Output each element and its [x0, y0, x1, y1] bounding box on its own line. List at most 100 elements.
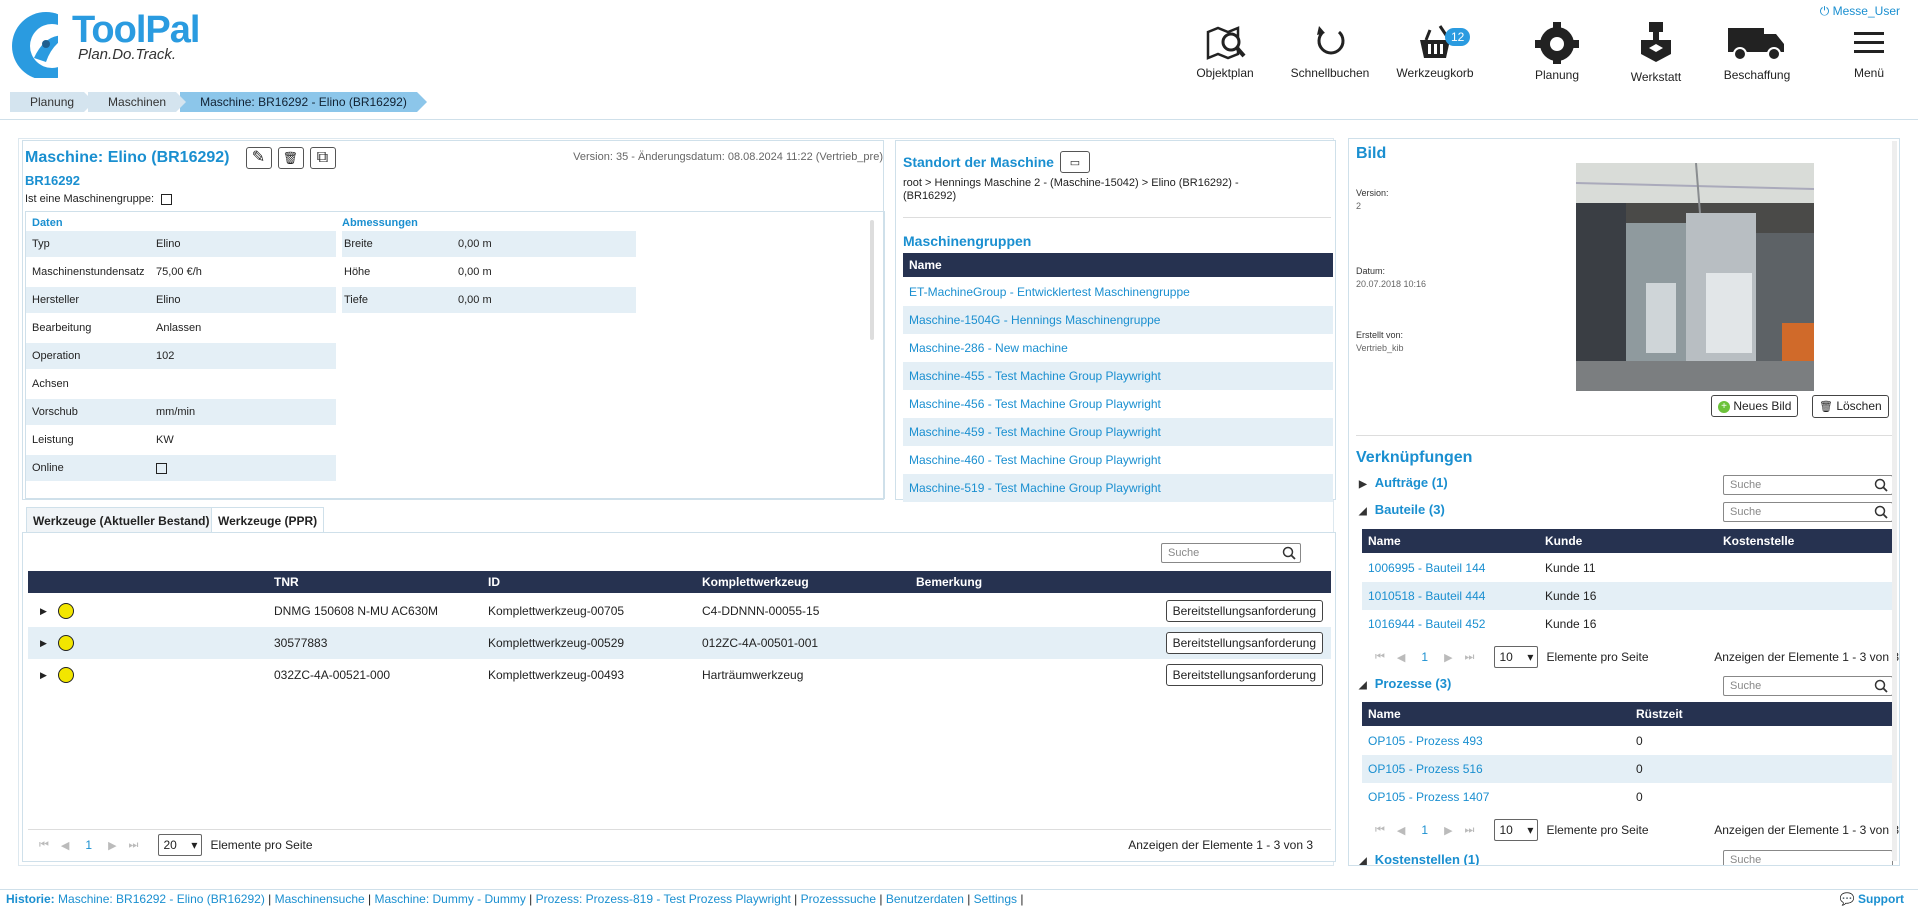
current-page[interactable]: 1 [85, 838, 92, 852]
delete-image-button[interactable]: 🗑 Löschen [1812, 395, 1889, 418]
delete-button[interactable]: 🗑 [277, 147, 304, 169]
tools-search-input[interactable]: Suche [1161, 543, 1301, 563]
gruppen-list-item[interactable]: Maschine-460 - Test Machine Group Playwr… [903, 446, 1333, 474]
history-link[interactable]: Prozess: Prozess-819 - Test Prozess Play… [536, 892, 791, 906]
last-page-icon[interactable]: ⏭ [1465, 824, 1475, 837]
data-scrollbar[interactable] [870, 220, 874, 340]
expand-row-icon[interactable]: ▶ [40, 627, 47, 659]
user-link[interactable]: ⏻ Messe_User [1820, 4, 1900, 19]
bauteil-name[interactable]: 1016944 - Bauteil 452 [1368, 610, 1485, 638]
prozesse-search-input[interactable]: Suche [1723, 676, 1893, 696]
prev-page-icon[interactable]: ◀ [1397, 651, 1405, 664]
bauteile-table-row[interactable]: 1006995 - Bauteil 144 Kunde 11 [1362, 554, 1894, 582]
daten-key: Bearbeitung [32, 322, 92, 334]
nav-schnellbuchen[interactable]: Schnellbuchen [1280, 22, 1380, 80]
daten-row: Hersteller Elino [26, 287, 336, 313]
first-page-icon[interactable]: ⏮ [1375, 651, 1385, 664]
tools-table-row[interactable]: ▶ 032ZC-4A-00521-000 Komplettwerkzeug-0049… [28, 659, 1331, 691]
tool-komplettwerkzeug: 012ZC-4A-00501-001 [702, 636, 819, 650]
nav-werkstatt[interactable]: Werkstatt [1606, 22, 1706, 84]
prozesse-per-page-select[interactable]: 10 ▾ [1494, 819, 1539, 841]
tab-werkzeuge-bestand[interactable]: Werkzeuge (Aktueller Bestand) [26, 507, 217, 533]
tool-id: Komplettwerkzeug-00493 [488, 668, 625, 682]
breadcrumb-item-planung[interactable]: Planung [10, 92, 95, 112]
auftraege-toggle[interactable]: ▶ Aufträge (1) [1359, 475, 1448, 490]
bereitstellung-button[interactable]: Bereitstellungsanforderung [1165, 632, 1323, 654]
current-page[interactable]: 1 [1421, 650, 1428, 664]
nav-objektplan[interactable]: Objektplan [1175, 22, 1275, 80]
chevron-down-icon: ▾ [1527, 823, 1534, 837]
bereitstellung-button[interactable]: Bereitstellungsanforderung [1165, 600, 1323, 622]
standort-divider [903, 217, 1331, 218]
next-page-icon[interactable]: ▶ [108, 839, 116, 852]
history-link[interactable]: Settings [974, 892, 1017, 906]
online-checkbox[interactable] [156, 462, 167, 474]
tools-per-page-select[interactable]: 20 ▾ [158, 834, 203, 856]
gruppen-list-item[interactable]: Maschine-456 - Test Machine Group Playwr… [903, 390, 1333, 418]
gruppen-list-item[interactable]: Maschine-459 - Test Machine Group Playwr… [903, 418, 1333, 446]
bauteil-name[interactable]: 1006995 - Bauteil 144 [1368, 554, 1485, 582]
prozess-name[interactable]: OP105 - Prozess 493 [1368, 727, 1483, 755]
history-link[interactable]: Benutzerdaten [886, 892, 964, 906]
kostenstellen-toggle[interactable]: ◢ Kostenstellen (1) [1359, 852, 1479, 865]
gruppen-list-item[interactable]: Maschine-519 - Test Machine Group Playwr… [903, 474, 1333, 502]
abmessungen-section: Abmessungen Breite 0,00 m Höhe 0,00 m Tiefe 0… [342, 212, 636, 313]
tools-table-row[interactable]: ▶ 30577883 Komplettwerkzeug-00529 012ZC-4A-… [28, 627, 1331, 659]
bauteile-table-row[interactable]: 1010518 - Bauteil 444 Kunde 16 [1362, 582, 1894, 610]
first-page-icon[interactable]: ⏮ [39, 839, 49, 852]
prev-page-icon[interactable]: ◀ [61, 839, 69, 852]
history-link[interactable]: Maschine: Dummy - Dummy [374, 892, 525, 906]
edit-button[interactable]: ✎ [245, 147, 272, 169]
next-page-icon[interactable]: ▶ [1444, 651, 1452, 664]
support-link[interactable]: 💬 Support [1840, 890, 1904, 909]
auftraege-search-input[interactable]: Suche [1723, 475, 1893, 495]
tab-werkzeuge-ppr[interactable]: Werkzeuge (PPR) [211, 507, 325, 533]
prozess-name[interactable]: OP105 - Prozess 1407 [1368, 783, 1489, 811]
first-page-icon[interactable]: ⏮ [1375, 824, 1385, 837]
bauteile-table-row[interactable]: 1016944 - Bauteil 452 Kunde 16 [1362, 610, 1894, 638]
history-link[interactable]: Maschinensuche [275, 892, 365, 906]
breadcrumb-item-maschinen[interactable]: Maschinen [88, 92, 187, 112]
new-image-button[interactable]: + Neues Bild [1711, 395, 1799, 417]
nav-planung[interactable]: Planung [1507, 22, 1607, 82]
last-page-icon[interactable]: ⏭ [1465, 651, 1475, 664]
location-card-button[interactable]: ▭ [1059, 151, 1090, 173]
bauteile-search-input[interactable]: Suche [1723, 502, 1893, 522]
breadcrumb-item-current: Maschine: BR16292 - Elino (BR16292) [180, 92, 427, 112]
nav-beschaffung[interactable]: Beschaffung [1707, 22, 1807, 82]
gruppen-list-item[interactable]: ET-MachineGroup - Entwicklertest Maschin… [903, 278, 1333, 306]
prozess-name[interactable]: OP105 - Prozess 516 [1368, 755, 1483, 783]
gruppen-list: ET-MachineGroup - Entwicklertest Maschin… [903, 278, 1333, 502]
bauteile-toggle[interactable]: ◢ Bauteile (3) [1359, 502, 1445, 517]
tools-summary: Anzeigen der Elemente 1 - 3 von 3 [1128, 838, 1313, 852]
prozesse-table-row[interactable]: OP105 - Prozess 516 0 [1362, 755, 1894, 783]
history-link[interactable]: Prozesssuche [801, 892, 876, 906]
next-page-icon[interactable]: ▶ [1444, 824, 1452, 837]
nav-label: Schnellbuchen [1290, 66, 1370, 80]
prozesse-table-row[interactable]: OP105 - Prozess 493 0 [1362, 727, 1894, 755]
bauteile-table-body: 1006995 - Bauteil 144 Kunde 11 1010518 - B… [1362, 554, 1894, 638]
prev-page-icon[interactable]: ◀ [1397, 824, 1405, 837]
bauteil-name[interactable]: 1010518 - Bauteil 444 [1368, 582, 1485, 610]
gruppen-list-item[interactable]: Maschine-1504G - Hennings Maschinengrupp… [903, 306, 1333, 334]
gruppen-list-item[interactable]: Maschine-286 - New machine [903, 334, 1333, 362]
bauteile-per-page-select[interactable]: 10 ▾ [1494, 646, 1539, 668]
machine-group-checkbox[interactable] [161, 193, 173, 205]
kostenstellen-search-input[interactable]: Suche [1723, 850, 1893, 865]
tools-table-row[interactable]: ▶ DNMG 150608 N-MU AC630M Komplettwerkzeug… [28, 595, 1331, 627]
last-page-icon[interactable]: ⏭ [129, 839, 139, 852]
bereitstellung-button[interactable]: Bereitstellungsanforderung [1165, 664, 1323, 686]
current-page[interactable]: 1 [1421, 823, 1428, 837]
nav-menu[interactable]: Menü [1819, 22, 1918, 80]
expand-row-icon[interactable]: ▶ [40, 659, 47, 691]
history-link[interactable]: Maschine: BR16292 - Elino (BR16292) [58, 892, 265, 906]
prozesse-toggle[interactable]: ◢ Prozesse (3) [1359, 676, 1451, 691]
right-panel-scrollbar[interactable] [1892, 141, 1897, 861]
version-label: Version: [1356, 188, 1389, 198]
expand-row-icon[interactable]: ▶ [40, 595, 47, 627]
col-bemerkung: Bemerkung [916, 575, 983, 589]
gruppen-list-item[interactable]: Maschine-455 - Test Machine Group Playwr… [903, 362, 1333, 390]
nav-werkzeugkorb[interactable]: 12 Werkzeugkorb [1385, 22, 1485, 80]
prozesse-table-row[interactable]: OP105 - Prozess 1407 0 [1362, 783, 1894, 811]
copy-button[interactable]: ⧉ [309, 147, 336, 169]
